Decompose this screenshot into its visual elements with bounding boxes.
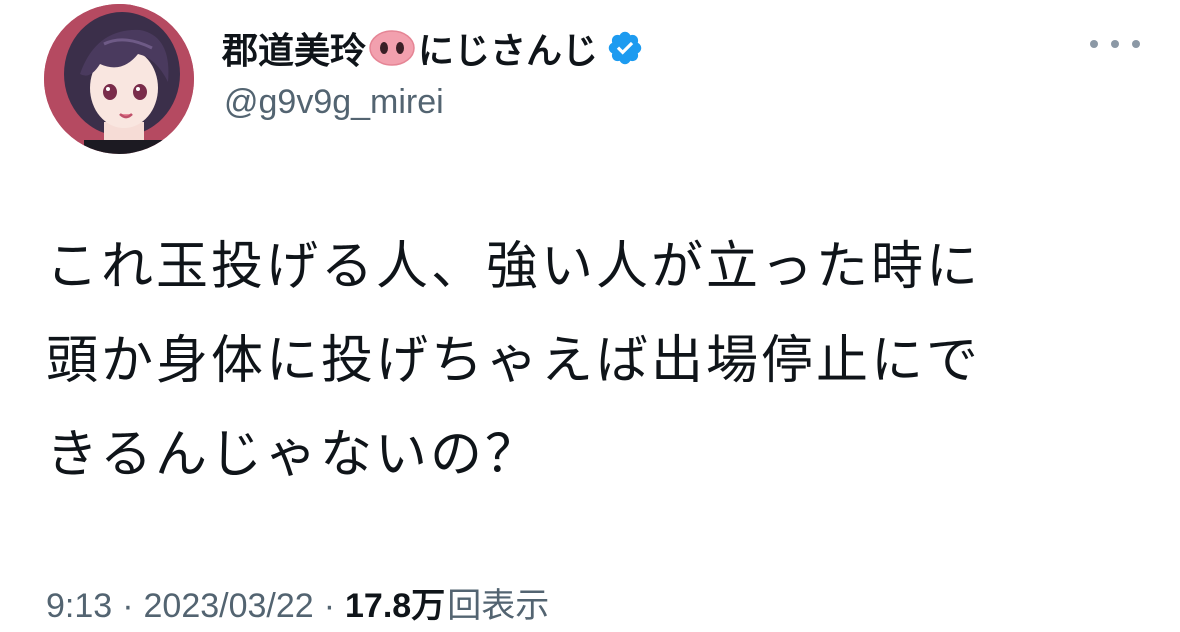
meta-separator: · bbox=[122, 587, 134, 625]
more-dot-icon bbox=[1132, 40, 1140, 48]
more-options-button[interactable] bbox=[1090, 34, 1140, 54]
tweet-date[interactable]: 2023/03/22 bbox=[144, 587, 314, 626]
tweet-text: これ玉投げる人、強い人が立った時に 頭か身体に投げちゃえば出場停止にで きるんじ… bbox=[46, 237, 982, 485]
author-display-name[interactable]: 郡道美玲 bbox=[222, 22, 366, 74]
more-dot-icon bbox=[1111, 40, 1119, 48]
author-handle[interactable]: @g9v9g_mirei bbox=[224, 83, 444, 122]
tweet: 郡道美玲 にじさんじ @g9v9g_mirei これ玉投げる人、強い人が立った時… bbox=[0, 0, 1180, 632]
author-name-row[interactable]: 郡道美玲 にじさんじ bbox=[222, 22, 644, 74]
avatar-illustration bbox=[44, 4, 194, 154]
author-display-name-suffix[interactable]: にじさんじ bbox=[418, 22, 598, 74]
tweet-meta: 9:13 · 2023/03/22 · 17.8万 回表示 bbox=[46, 578, 549, 627]
meta-separator: · bbox=[323, 587, 336, 625]
pig-nose-icon bbox=[368, 28, 416, 68]
more-dot-icon bbox=[1090, 40, 1098, 48]
tweet-time[interactable]: 9:13 bbox=[46, 587, 112, 626]
views-count[interactable]: 17.8万 bbox=[345, 578, 445, 627]
views-label: 回表示 bbox=[447, 587, 550, 625]
verified-badge-icon bbox=[606, 29, 644, 67]
avatar[interactable] bbox=[44, 4, 194, 154]
